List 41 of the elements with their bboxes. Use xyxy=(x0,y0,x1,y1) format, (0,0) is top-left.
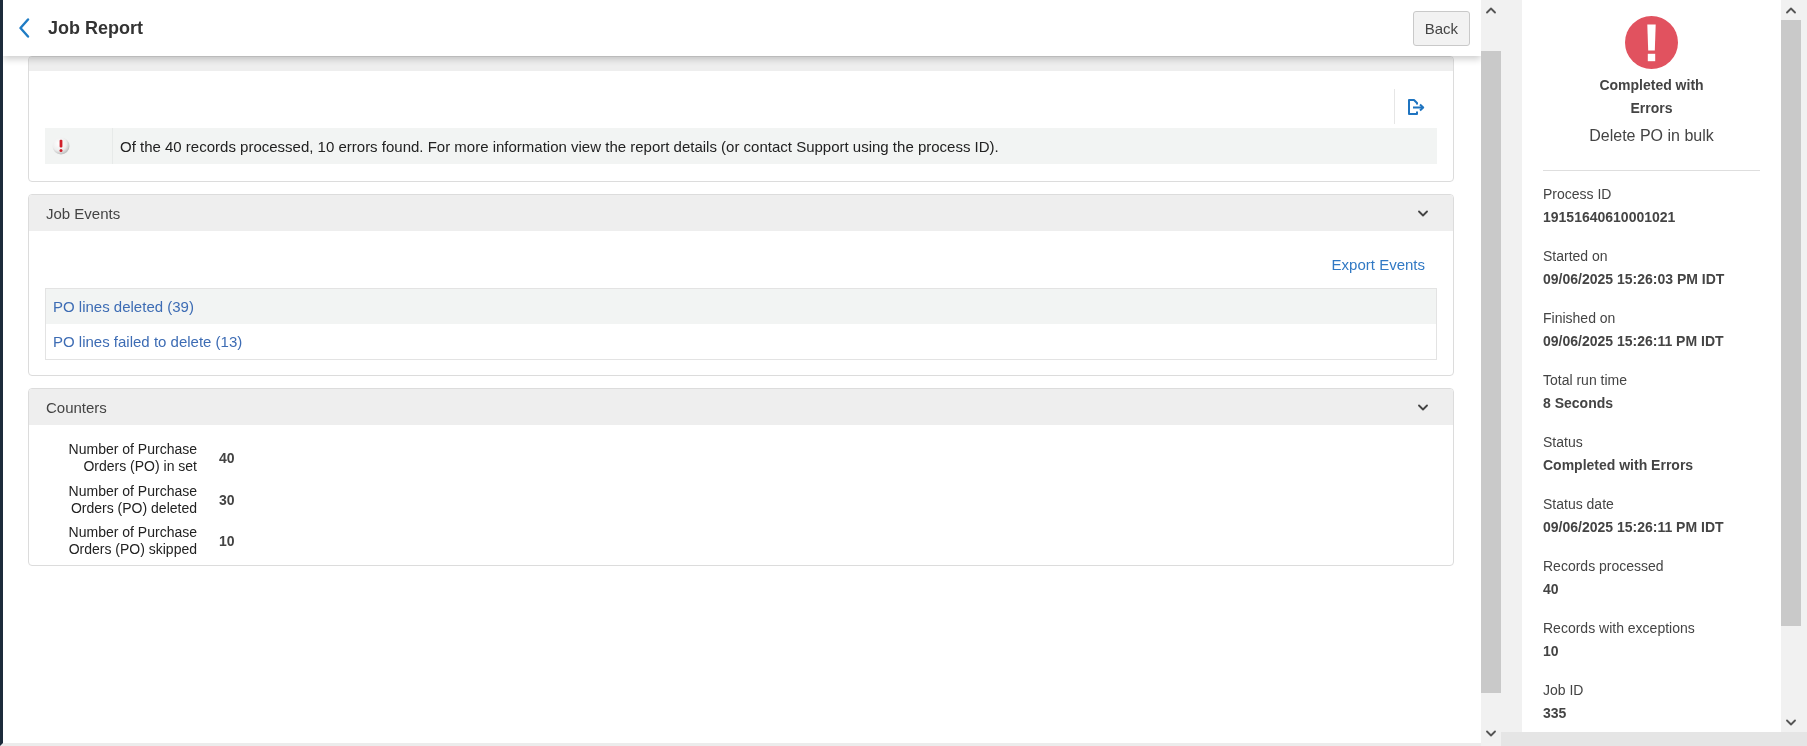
field-value: 09/06/2025 15:26:11 PM IDT xyxy=(1543,518,1724,537)
panel-title: Job Events xyxy=(46,204,121,222)
field-label: Process ID xyxy=(1543,185,1612,204)
job-name: Delete PO in bulk xyxy=(1589,126,1714,146)
status-title: Completed with Errors xyxy=(1598,76,1705,118)
counter-label: Number of Purchase Orders (PO) deleted xyxy=(67,482,197,517)
panel-title: Counters xyxy=(46,398,107,416)
field-value: 09/06/2025 15:26:11 PM IDT xyxy=(1543,332,1724,351)
field-label: Status xyxy=(1543,433,1583,452)
back-button[interactable]: Back xyxy=(1412,10,1470,46)
field-label: Started on xyxy=(1543,247,1608,266)
field-label: Total run time xyxy=(1543,371,1628,390)
field-label: Records with exceptions xyxy=(1543,619,1695,638)
document-arrow-icon[interactable] xyxy=(1407,98,1425,115)
scrollbar-thumb[interactable] xyxy=(1781,20,1801,626)
field-label: Status date xyxy=(1543,495,1614,514)
field-value: 09/06/2025 15:26:03 PM IDT xyxy=(1543,270,1725,289)
chevron-down-icon[interactable] xyxy=(1486,729,1496,737)
field-value: 40 xyxy=(1543,580,1559,599)
field-value: 8 Seconds xyxy=(1543,394,1614,413)
field-label: Job ID xyxy=(1543,681,1584,700)
export-events-link[interactable]: Export Events xyxy=(1331,254,1425,276)
exclamation-icon xyxy=(1625,16,1678,69)
field-value: 19151640610001021 xyxy=(1543,208,1676,227)
counter-value: 40 xyxy=(219,450,235,466)
chevron-down-icon[interactable] xyxy=(1786,718,1796,726)
page-title: Job Report xyxy=(48,17,143,39)
alert-message: Of the 40 records processed, 10 errors found. For more information view the report details (or contact Support using the process ID). xyxy=(119,137,999,155)
field-value: 10 xyxy=(1543,642,1559,661)
chevron-left-icon[interactable] xyxy=(18,18,30,38)
counter-label: Number of Purchase Orders (PO) in set xyxy=(67,441,197,475)
counter-value: 10 xyxy=(219,533,235,549)
counter-label: Number of Purchase Orders (PO) skipped xyxy=(67,524,197,558)
field-label: Finished on xyxy=(1543,309,1616,328)
counter-value: 30 xyxy=(219,491,235,508)
chevron-up-icon[interactable] xyxy=(1486,6,1496,14)
exclamation-icon xyxy=(52,137,70,155)
field-value: Completed with Errors xyxy=(1543,456,1694,475)
field-value: 335 xyxy=(1543,704,1567,723)
field-label: Records processed xyxy=(1543,557,1664,576)
chevron-up-icon[interactable] xyxy=(1786,6,1796,14)
